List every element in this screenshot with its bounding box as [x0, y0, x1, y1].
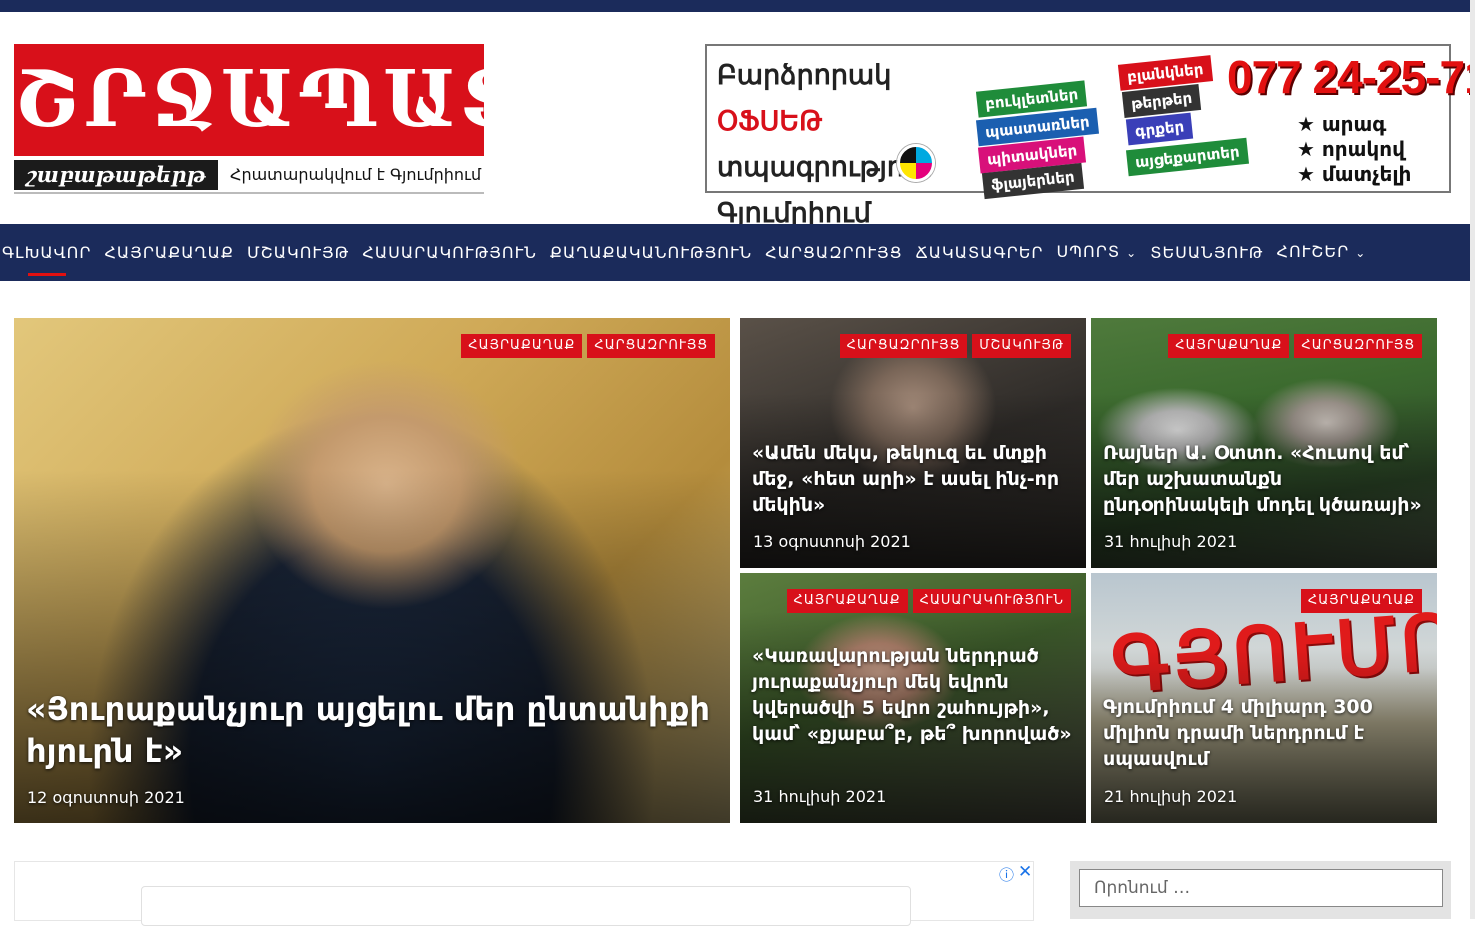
category-tag[interactable]: ՀԱՅՐԱՔԱՂԱՔ [1168, 334, 1290, 358]
nav-label: ՏԵՍԱՆՅՈՒԹ [1150, 243, 1264, 262]
article-date: 12 օգոստոսի 2021 [27, 788, 185, 807]
nav-item-city[interactable]: ՀԱՅՐԱՔԱՂԱՔ [104, 224, 234, 281]
article-title[interactable]: Գյումրիում 4 միլիարդ 300 միլիոն դրամի նե… [1103, 694, 1425, 772]
nav-item-sport[interactable]: ՍՊՈՐՏ ⌄ [1057, 223, 1138, 282]
nav-label: ՍՊՈՐՏ [1056, 242, 1121, 261]
ad-line-2: տպագրություն [717, 152, 933, 182]
featured-article-card[interactable]: ՀԱՅՐԱՔԱՂԱՔ ՀԱՐՑԱԶՐՈՒՅՑ «Յուրաքանչյուր այ… [14, 318, 730, 823]
category-tags: ՀԱՅՐԱՔԱՂԱՔ ՀԱՍԱՐԱԿՈՒԹՅՈՒՆ [786, 589, 1071, 613]
ad-left-text: Բարձրորակ ՕՖՍԵԹ տպագրություն Գյումրիում [717, 52, 977, 236]
article-date: 31 հուլիսի 2021 [1104, 532, 1238, 551]
ad-offset: ՕՖՍԵԹ [717, 106, 823, 136]
chevron-down-icon: ⌄ [1126, 246, 1138, 260]
nav-label: ՀԱՅՐԱՔԱՂԱՔ [104, 243, 234, 262]
category-tags: ՀԱՅՐԱՔԱՂԱՔ ՀԱՐՑԱԶՐՈՒՅՑ [1168, 334, 1422, 358]
nav-label: ՀԱՐՑԱԶՐՈՒՅՑ [765, 243, 903, 262]
chevron-down-icon: ⌄ [1355, 246, 1367, 260]
article-date: 31 հուլիսի 2021 [753, 787, 887, 806]
search-input[interactable] [1079, 869, 1443, 907]
logo-sub-text: շաբաթաթերթ [14, 160, 218, 190]
article-title[interactable]: «Կառավարության ներդրած յուրաքանչյուր մեկ… [752, 643, 1074, 747]
category-tag[interactable]: ՀԱՐՑԱԶՐՈՒՅՑ [587, 334, 715, 358]
article-date: 13 օգոստոսի 2021 [753, 532, 911, 551]
category-tag[interactable]: ՀԱՅՐԱՔԱՂԱՔ [786, 589, 908, 613]
article-card[interactable]: ՀԱՐՑԱԶՐՈՒՅՑ ՄՇԱԿՈՒՅԹ «Ամեն մեկս, թեկուզ … [740, 318, 1086, 568]
nav-label: ԳԼԽԱՎՈՐ [2, 243, 92, 262]
logo-underline [14, 192, 484, 194]
main-nav: ԳԼԽԱՎՈՐ ՀԱՅՐԱՔԱՂԱՔ ՄՇԱԿՈՒՅԹ ՀԱՍԱՐԱԿՈՒԹՅՈ… [0, 224, 1470, 281]
ad-slot: ⓘ ✕ [14, 861, 1034, 926]
site-header: ՇՐՋԱՊԱՏ շաբաթաթերթ Հրատարակվում է Գյումր… [0, 12, 1475, 228]
top-bar [0, 0, 1475, 12]
article-title[interactable]: «Ամեն մեկս, թեկուզ եւ մտքի մեջ, «հետ արի… [752, 440, 1074, 518]
ad-feature: ★ մատչելի [1297, 162, 1412, 186]
ad-tag: գրքեր [1125, 112, 1194, 146]
nav-label: ՀԱՍԱՐԱԿՈՒԹՅՈՒՆ [362, 243, 537, 262]
category-tag[interactable]: ՄՇԱԿՈՒՅԹ [972, 334, 1071, 358]
nav-item-society[interactable]: ՀԱՍԱՐԱԿՈՒԹՅՈՒՆ [362, 224, 536, 281]
article-title[interactable]: Ռայներ Ա. Օտտո. «Հուսով եմ՝ մեր աշխատանք… [1103, 440, 1425, 518]
ad-features: ★ արագ ★ որակով ★ մատչելի [1297, 112, 1411, 187]
info-icon[interactable]: ⓘ [999, 864, 1014, 885]
nav-item-interview[interactable]: ՀԱՐՑԱԶՐՈՒՅՑ [765, 224, 902, 281]
category-tag[interactable]: ՀԱՅՐԱՔԱՂԱՔ [461, 334, 583, 358]
nav-item-video[interactable]: ՏԵՍԱՆՅՈՒԹ [1150, 224, 1263, 281]
article-card[interactable]: ՀԱՅՐԱՔԱՂԱՔ ՀԱՍԱՐԱԿՈՒԹՅՈՒՆ «Կառավարության… [740, 573, 1086, 823]
ad-line-1: Բարձրորակ [717, 60, 892, 90]
category-tag[interactable]: ՀԱՐՑԱԶՐՈՒՅՑ [839, 334, 968, 358]
sidebar-search [1070, 861, 1451, 919]
article-card[interactable]: ԳՅՈՒՄՐԻ ՀԱՅՐԱՔԱՂԱՔ Գյումրիում 4 միլիարդ … [1091, 573, 1437, 823]
ad-phone: 077 24-25-71 [1227, 51, 1475, 103]
nav-item-home[interactable]: ԳԼԽԱՎՈՐ [2, 224, 91, 281]
page-scrollbar[interactable] [1470, 0, 1475, 919]
ad-slot-inner[interactable] [141, 886, 911, 926]
nav-label: ՄՇԱԿՈՒՅԹ [246, 243, 350, 262]
article-title[interactable]: «Յուրաքանչյուր այցելու մեր ընտանիքի հյու… [26, 688, 718, 772]
nav-item-fates[interactable]: ՃԱԿԱՏԱԳՐԵՐ [916, 224, 1044, 281]
article-card[interactable]: ՀԱՅՐԱՔԱՂԱՔ ՀԱՐՑԱԶՐՈՒՅՑ Ռայներ Ա. Օտտո. «… [1091, 318, 1437, 568]
nav-item-memories[interactable]: ՀՈՒՇԵՐ ⌄ [1277, 223, 1367, 282]
ad-feature: ★ արագ [1297, 112, 1387, 136]
cmyk-icon [897, 144, 935, 182]
nav-item-culture[interactable]: ՄՇԱԿՈՒՅԹ [247, 224, 349, 281]
nav-label: ՀՈՒՇԵՐ [1276, 242, 1350, 261]
nav-item-politics[interactable]: ՔԱՂԱՔԱԿԱՆՈՒԹՅՈՒՆ [550, 224, 752, 281]
category-tag[interactable]: ՀԱՅՐԱՔԱՂԱՔ [1300, 589, 1422, 613]
logo-tagline: Հրատարակվում է Գյումրիում [230, 165, 482, 184]
nav-label: ՃԱԿԱՏԱԳՐԵՐ [915, 243, 1044, 262]
nav-label: ՔԱՂԱՔԱԿԱՆՈՒԹՅՈՒՆ [549, 243, 753, 262]
category-tags: ՀԱՅՐԱՔԱՂԱՔ ՀԱՐՑԱԶՐՈՒՅՑ [461, 334, 715, 358]
category-tags: ՀԱՐՑԱԶՐՈՒՅՑ ՄՇԱԿՈՒՅԹ [839, 334, 1071, 358]
category-tags: ՀԱՅՐԱՔԱՂԱՔ [1300, 589, 1422, 613]
header-ad-banner[interactable]: Բարձրորակ ՕՖՍԵԹ տպագրություն Գյումրիում … [705, 44, 1475, 228]
ad-feature: ★ որակով [1297, 137, 1405, 161]
category-tag[interactable]: ՀԱՍԱՐԱԿՈՒԹՅՈՒՆ [912, 589, 1071, 613]
logo-main-text: ՇՐՋԱՊԱՏ [14, 44, 523, 156]
site-logo[interactable]: ՇՐՋԱՊԱՏ շաբաթաթերթ Հրատարակվում է Գյումր… [14, 44, 523, 194]
category-tag[interactable]: ՀԱՐՑԱԶՐՈՒՅՑ [1294, 334, 1422, 358]
close-icon[interactable]: ✕ [1018, 862, 1032, 882]
article-date: 21 հուլիսի 2021 [1104, 787, 1238, 806]
